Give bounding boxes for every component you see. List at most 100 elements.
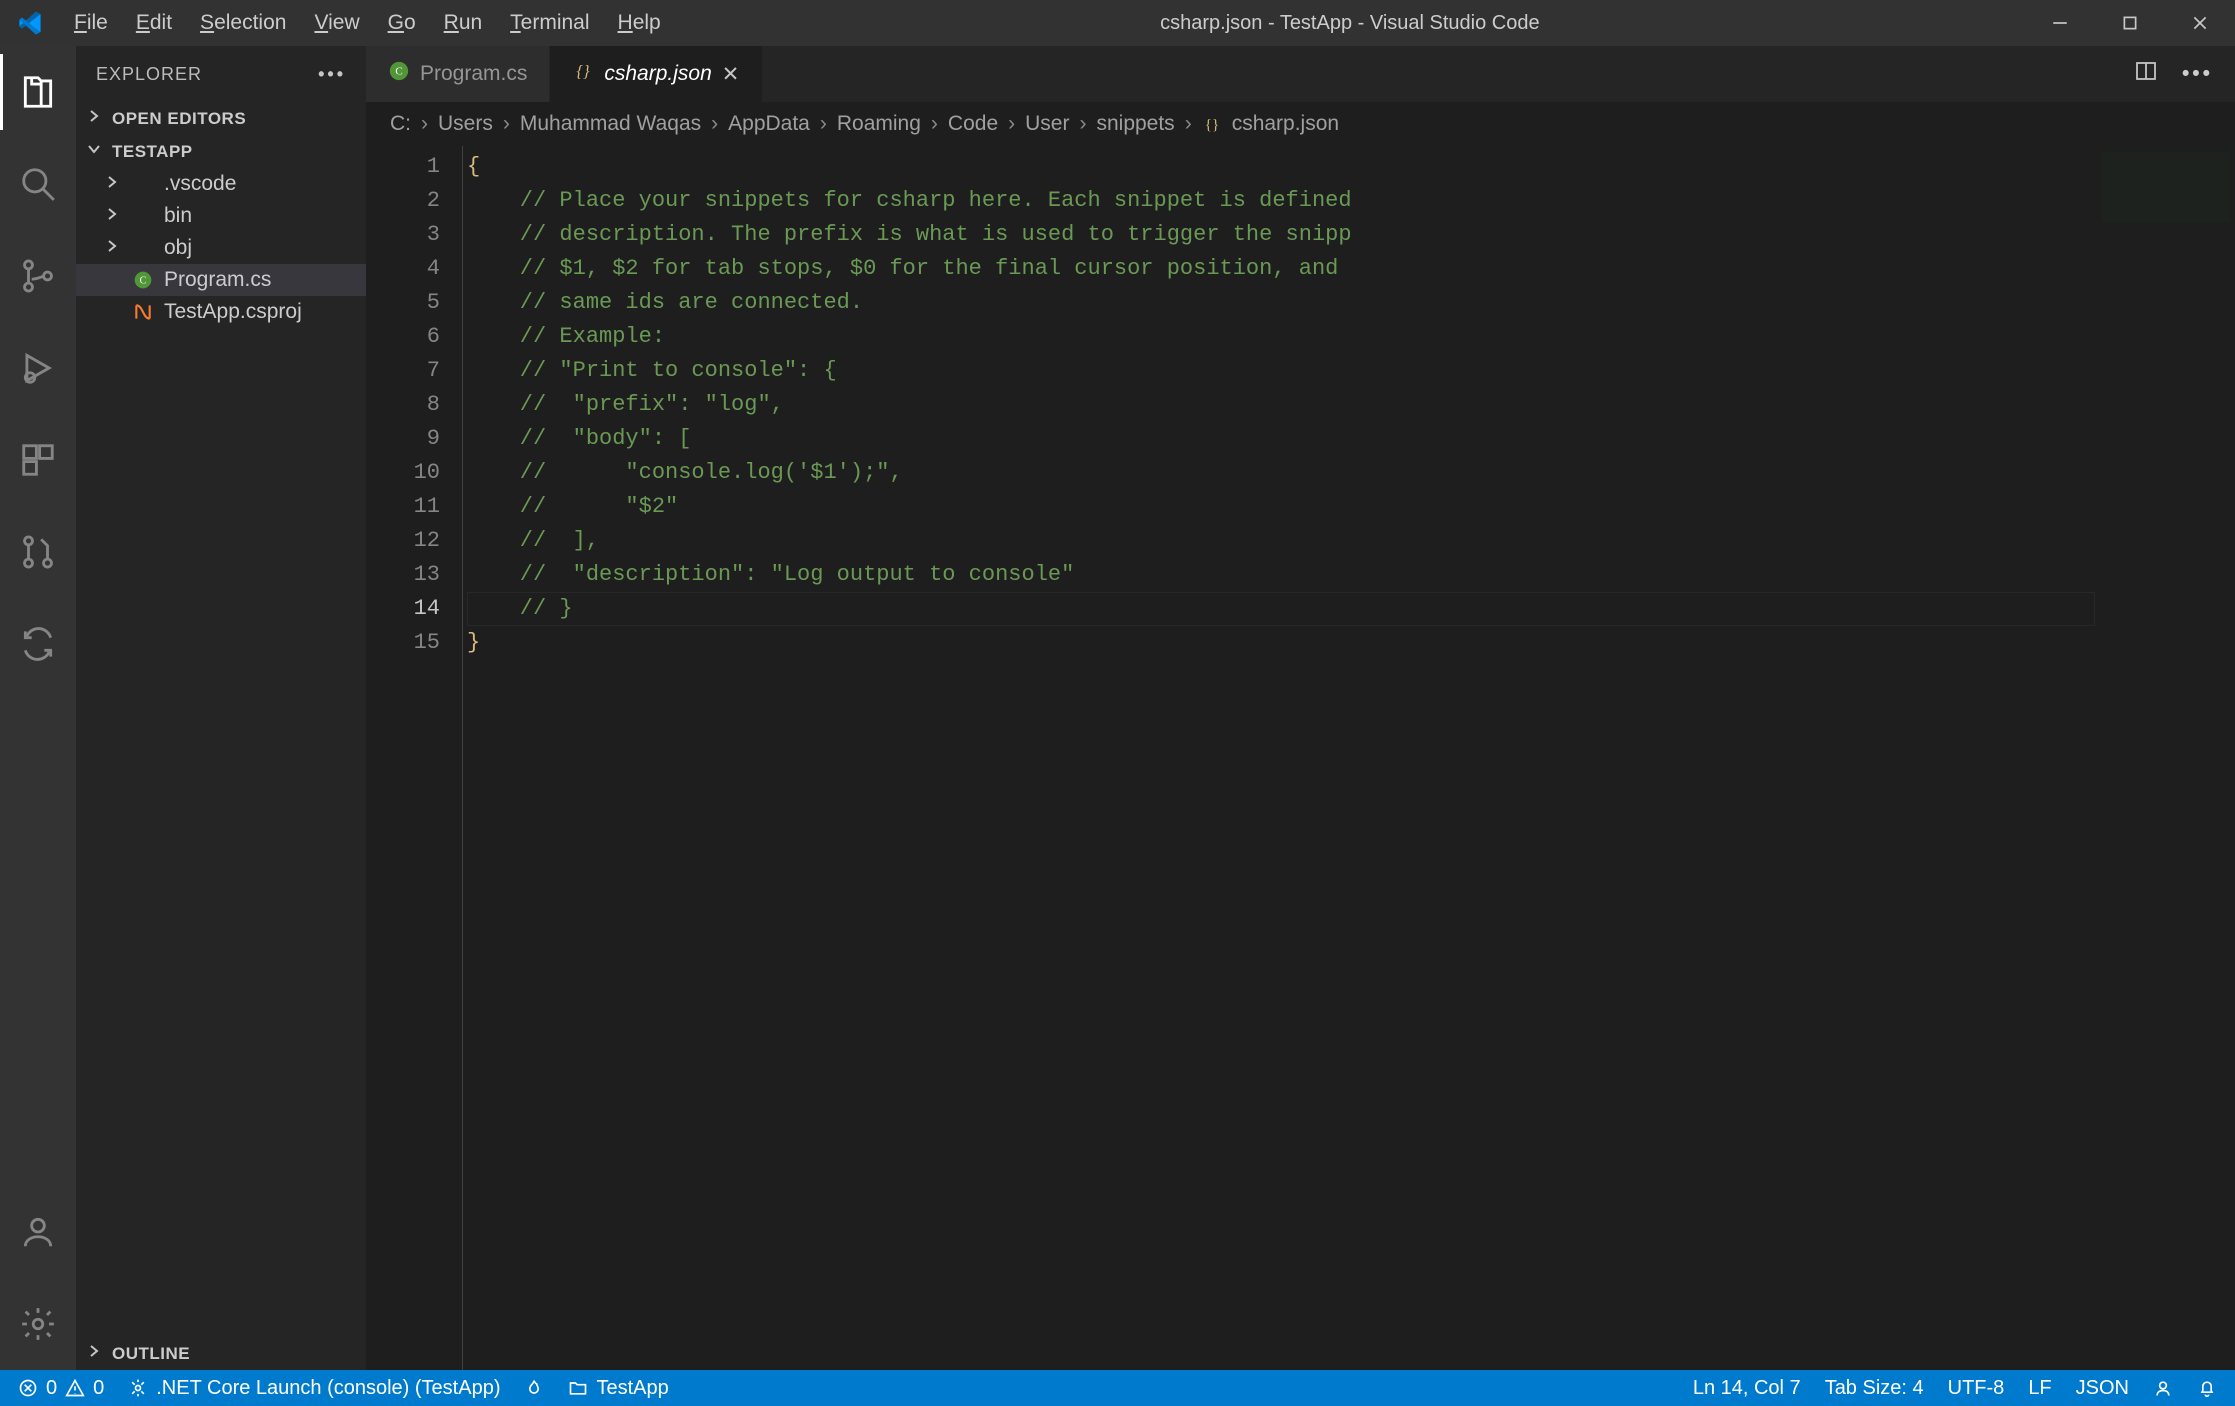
chevron-right-icon [86,1343,104,1364]
crumb[interactable]: Muhammad Waqas [520,112,701,136]
minimize-button[interactable] [2025,0,2095,46]
status-launch-label: .NET Core Launch (console) (TestApp) [156,1377,500,1400]
tree-item-obj[interactable]: obj [76,232,366,264]
crumb[interactable]: User [1025,112,1069,136]
section-open-editors[interactable]: OPEN EDITORS [76,102,366,135]
svg-text:C: C [395,66,402,78]
maximize-button[interactable] [2095,0,2165,46]
chevron-icon [104,236,122,260]
code[interactable]: { // Place your snippets for csharp here… [462,146,2095,1370]
window-title: csharp.json - TestApp - Visual Studio Co… [675,12,2025,35]
editor-area: CProgram.cs {} csharp.json ✕ ••• C: › Users › M… [366,46,2235,1370]
tab-label: csharp.json [604,62,711,86]
svg-text:{}: {} [577,62,591,81]
crumb[interactable]: C: [390,112,411,136]
close-button[interactable] [2165,0,2235,46]
outline-label: OUTLINE [112,1344,190,1364]
menu-terminal[interactable]: Terminal [496,5,603,41]
menu-go[interactable]: Go [374,5,430,41]
crumb[interactable]: Roaming [837,112,921,136]
activity-git-pr[interactable] [0,514,76,590]
gutter: 123456789101112131415 [366,146,462,1370]
tree-item-program-cs[interactable]: C Program.cs [76,264,366,296]
split-editor-icon[interactable] [2134,59,2158,89]
chevron-icon [104,204,122,228]
tab-program-cs[interactable]: CProgram.cs [366,46,550,102]
minimap[interactable] [2095,146,2235,1370]
crumb[interactable]: AppData [728,112,810,136]
file-icon: {} [572,60,594,88]
svg-text:{}: {} [1204,117,1218,133]
editor-more-icon[interactable]: ••• [2182,62,2213,86]
activity-run-debug[interactable] [0,330,76,406]
status-tabsize[interactable]: Tab Size: 4 [1813,1370,1936,1406]
statusbar: 0 0 .NET Core Launch (console) (TestApp)… [0,1370,2235,1406]
activity-search[interactable] [0,146,76,222]
crumb[interactable]: snippets [1096,112,1174,136]
status-fire-icon[interactable] [512,1370,556,1406]
activity-settings[interactable] [0,1286,76,1362]
section-project[interactable]: TESTAPP [76,135,366,168]
chevron-right-icon: › [1079,112,1086,136]
file-icon: C [132,270,154,290]
chevron-right-icon: › [711,112,718,136]
menu-file[interactable]: File [60,5,122,41]
menu-help[interactable]: Help [604,5,675,41]
tree-item-bin[interactable]: bin [76,200,366,232]
activitybar [0,46,76,1370]
tabs: CProgram.cs {} csharp.json ✕ ••• [366,46,2235,102]
status-warnings-count: 0 [93,1377,104,1400]
open-editors-label: OPEN EDITORS [112,109,246,129]
sidebar-more-icon[interactable]: ••• [318,64,346,85]
sidebar-header: EXPLORER ••• [76,46,366,102]
chevron-right-icon: › [503,112,510,136]
status-launch[interactable]: .NET Core Launch (console) (TestApp) [116,1370,512,1406]
status-project[interactable]: TestApp [556,1370,680,1406]
project-label: TESTAPP [112,142,193,162]
window-controls [2025,0,2235,46]
file-icon [132,302,154,322]
code-editor[interactable]: 123456789101112131415 { // Place your sn… [366,146,2235,1370]
status-errors-count: 0 [46,1377,57,1400]
activity-explorer[interactable] [0,54,76,130]
chevron-right-icon: › [820,112,827,136]
menu-selection[interactable]: Selection [186,5,300,41]
json-icon: {} [1202,112,1222,136]
chevron-down-icon [86,141,104,162]
tree-item-label: obj [164,236,192,260]
chevron-right-icon: › [931,112,938,136]
menubar: FileEditSelectionViewGoRunTerminalHelp [60,5,675,41]
chevron-right-icon [86,108,104,129]
status-encoding[interactable]: UTF-8 [1936,1370,2017,1406]
sidebar: EXPLORER ••• OPEN EDITORS TESTAPP .vscod… [76,46,366,1370]
tab-csharp-json[interactable]: {} csharp.json ✕ [550,46,762,102]
menu-run[interactable]: Run [430,5,497,41]
tree-item-label: bin [164,204,192,228]
status-lang[interactable]: JSON [2064,1370,2141,1406]
menu-view[interactable]: View [300,5,373,41]
close-icon[interactable]: ✕ [722,62,740,87]
chevron-right-icon: › [421,112,428,136]
chevron-right-icon: › [1185,112,1192,136]
status-eol[interactable]: LF [2016,1370,2063,1406]
titlebar: FileEditSelectionViewGoRunTerminalHelp c… [0,0,2235,46]
file-tree: .vscode bin obj C Program.cs TestApp.csproj [76,168,366,1337]
status-problems[interactable]: 0 0 [6,1370,116,1406]
menu-edit[interactable]: Edit [122,5,186,41]
crumb[interactable]: csharp.json [1232,112,1339,136]
activity-extensions[interactable] [0,422,76,498]
breadcrumbs[interactable]: C: › Users › Muhammad Waqas › AppData › Roaming ›… [366,102,2235,146]
section-outline[interactable]: OUTLINE [76,1337,366,1370]
crumb[interactable]: Users [438,112,493,136]
tree-item-testapp-csproj[interactable]: TestApp.csproj [76,296,366,328]
activity-accounts[interactable] [0,1194,76,1270]
status-feedback-icon[interactable] [2141,1370,2185,1406]
activity-sync-icon[interactable] [0,606,76,682]
status-lncol[interactable]: Ln 14, Col 7 [1681,1370,1813,1406]
tree-item-label: Program.cs [164,268,271,292]
tree-item--vscode[interactable]: .vscode [76,168,366,200]
status-bell-icon[interactable] [2185,1370,2229,1406]
svg-text:C: C [140,275,147,286]
crumb[interactable]: Code [948,112,998,136]
activity-source-control[interactable] [0,238,76,314]
